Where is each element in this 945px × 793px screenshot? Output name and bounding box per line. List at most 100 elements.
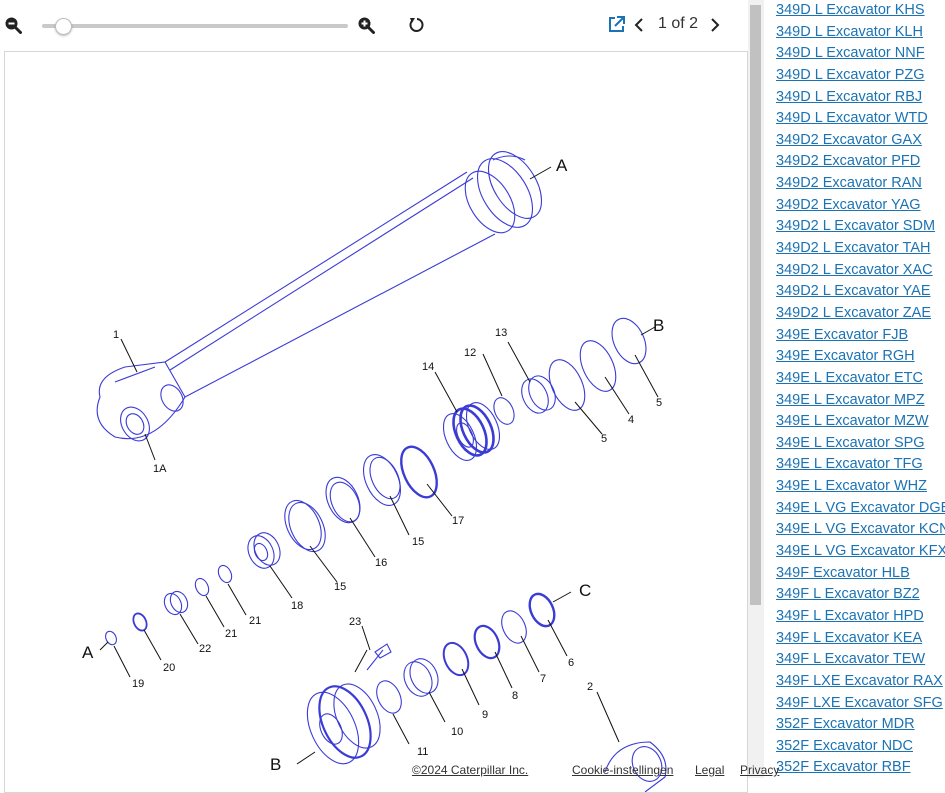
model-link[interactable]: 352F Excavator RBF (776, 759, 911, 775)
model-list-item: 349D2 L Excavator XAC (776, 260, 945, 282)
applicable-models-list: 349D L Excavator KHS 349D L Excavator KLH… (776, 0, 945, 778)
model-list-item: 349D2 Excavator PFD (776, 151, 945, 173)
model-link[interactable]: 349D L Excavator KHS (776, 2, 925, 18)
model-list-item: 349D2 L Excavator YAE (776, 281, 945, 303)
model-list-item: 349F L Excavator HPD (776, 606, 945, 628)
model-link[interactable]: 349E Excavator FJB (776, 327, 908, 343)
model-link[interactable]: 349D2 L Excavator XAC (776, 262, 933, 278)
exploded-parts-diagram: A 1 1A 14 12 13 B 5 4 5 17 15 16 15 18 2… (82, 151, 667, 792)
cylinder-barrel (96, 151, 543, 442)
model-link[interactable]: 349D2 Excavator RAN (776, 175, 922, 191)
callout-label: A (556, 156, 568, 175)
callout-label: 22 (199, 643, 211, 655)
page-indicator: 1 of 2 (657, 15, 699, 32)
model-list-item: 349F Excavator HLB (776, 563, 945, 585)
callout-label: A (82, 643, 94, 662)
zoom-slider-track[interactable] (42, 24, 348, 28)
callout-label: 15 (412, 536, 424, 548)
model-link[interactable]: 349F L Excavator HPD (776, 608, 924, 624)
model-list-item: 349E L VG Excavator KFX (776, 541, 945, 563)
model-link[interactable]: 352F Excavator MDR (776, 716, 915, 732)
zoom-out-icon (5, 17, 22, 34)
reset-button[interactable] (406, 14, 428, 36)
model-link[interactable]: 349D2 L Excavator ZAE (776, 305, 931, 321)
zoom-in-icon (358, 17, 375, 34)
model-list-item: 349D L Excavator NNF (776, 43, 945, 65)
callout-label: 1 (113, 329, 119, 341)
model-link[interactable]: 349D2 Excavator YAG (776, 197, 921, 213)
privacy-link[interactable]: Privacy (740, 763, 779, 777)
zoom-slider-thumb[interactable] (55, 18, 72, 35)
next-page-button[interactable] (706, 15, 724, 35)
callout-label: 2 (587, 681, 593, 693)
model-list-item: 349E L Excavator WHZ (776, 476, 945, 498)
model-list-item: 349E L Excavator TFG (776, 454, 945, 476)
zoom-in-button[interactable] (355, 14, 377, 36)
legal-link[interactable]: Legal (695, 763, 724, 777)
model-link[interactable]: 349D L Excavator KLH (776, 24, 923, 40)
model-list-item: 349F L Excavator TEW (776, 649, 945, 671)
model-list-item: 349E Excavator FJB (776, 325, 945, 347)
model-link[interactable]: 349F L Excavator BZ2 (776, 586, 920, 602)
model-link[interactable]: 349D L Excavator RBJ (776, 89, 922, 105)
model-link[interactable]: 349E L VG Excavator DGB (776, 500, 945, 516)
callout-label: 16 (375, 557, 387, 569)
open-external-button[interactable] (606, 14, 626, 34)
model-link[interactable]: 349F L Excavator KEA (776, 630, 922, 646)
zoom-out-button[interactable] (2, 14, 24, 36)
model-list-item: 349D2 L Excavator SDM (776, 216, 945, 238)
model-link[interactable]: 349D L Excavator NNF (776, 45, 925, 61)
model-list-item: 352F Excavator MDR (776, 714, 945, 736)
model-list-item: 349D L Excavator KHS (776, 0, 945, 22)
model-link[interactable]: 349D L Excavator PZG (776, 67, 925, 83)
callout-label: 1A (153, 463, 167, 475)
viewer-scrollbar[interactable] (748, 0, 764, 778)
model-list-item: 349F L Excavator BZ2 (776, 584, 945, 606)
model-link[interactable]: 349E L Excavator MZW (776, 413, 929, 429)
model-link[interactable]: 349E L Excavator TFG (776, 456, 923, 472)
model-list-item: 352F Excavator RBF (776, 757, 945, 778)
model-list-item: 349D2 Excavator GAX (776, 130, 945, 152)
callout-label: 5 (656, 397, 662, 409)
model-list-item: 349E L VG Excavator DGB (776, 498, 945, 520)
model-link[interactable]: 349F LXE Excavator SFG (776, 695, 943, 711)
model-link[interactable]: 349D L Excavator WTD (776, 110, 928, 126)
callout-label: 20 (163, 662, 175, 674)
model-link[interactable]: 349E L Excavator ETC (776, 370, 923, 386)
model-link[interactable]: 349E L Excavator WHZ (776, 478, 927, 494)
callout-label: B (653, 316, 664, 335)
callout-label: 4 (628, 414, 634, 426)
small-rings (105, 564, 233, 646)
model-link[interactable]: 352F Excavator NDC (776, 738, 913, 754)
model-link[interactable]: 349F L Excavator TEW (776, 651, 925, 667)
model-link[interactable]: 349D2 Excavator PFD (776, 153, 920, 169)
model-list-item: 349D2 L Excavator ZAE (776, 303, 945, 325)
cookie-settings-link[interactable]: Cookie-instellingen (572, 763, 673, 777)
model-link[interactable]: 349E L VG Excavator KFX (776, 543, 945, 559)
model-link[interactable]: 349E L Excavator SPG (776, 435, 925, 451)
model-link[interactable]: 349F Excavator HLB (776, 565, 910, 581)
callout-label: 10 (451, 726, 463, 738)
model-list-item: 349E Excavator RGH (776, 346, 945, 368)
chevron-right-icon (711, 18, 720, 32)
model-link[interactable]: 349D2 L Excavator TAH (776, 240, 930, 256)
model-link[interactable]: 349E L VG Excavator KCN (776, 521, 945, 537)
parts-drawing-viewer[interactable]: A 1 1A 14 12 13 B 5 4 5 17 15 16 15 18 2… (4, 51, 748, 793)
middle-seal-rings (247, 445, 438, 569)
model-link[interactable]: 349D2 L Excavator SDM (776, 218, 935, 234)
model-link[interactable]: 349D2 L Excavator YAE (776, 283, 931, 299)
callout-label: B (270, 755, 281, 774)
callout-label: 13 (495, 327, 507, 339)
model-link[interactable]: 349E Excavator RGH (776, 348, 915, 364)
scrollbar-thumb[interactable] (750, 5, 761, 605)
callout-label: 6 (568, 657, 574, 669)
callout-label: 11 (417, 746, 428, 758)
callout-label: 8 (512, 690, 518, 702)
previous-page-button[interactable] (630, 15, 648, 35)
model-link[interactable]: 349F LXE Excavator RAX (776, 673, 943, 689)
model-link[interactable]: 349D2 Excavator GAX (776, 132, 922, 148)
model-list-item: 349D L Excavator KLH (776, 22, 945, 44)
callout-label: 17 (452, 515, 464, 527)
copyright-link[interactable]: ©2024 Caterpillar Inc. (412, 763, 528, 777)
model-link[interactable]: 349E L Excavator MPZ (776, 392, 925, 408)
